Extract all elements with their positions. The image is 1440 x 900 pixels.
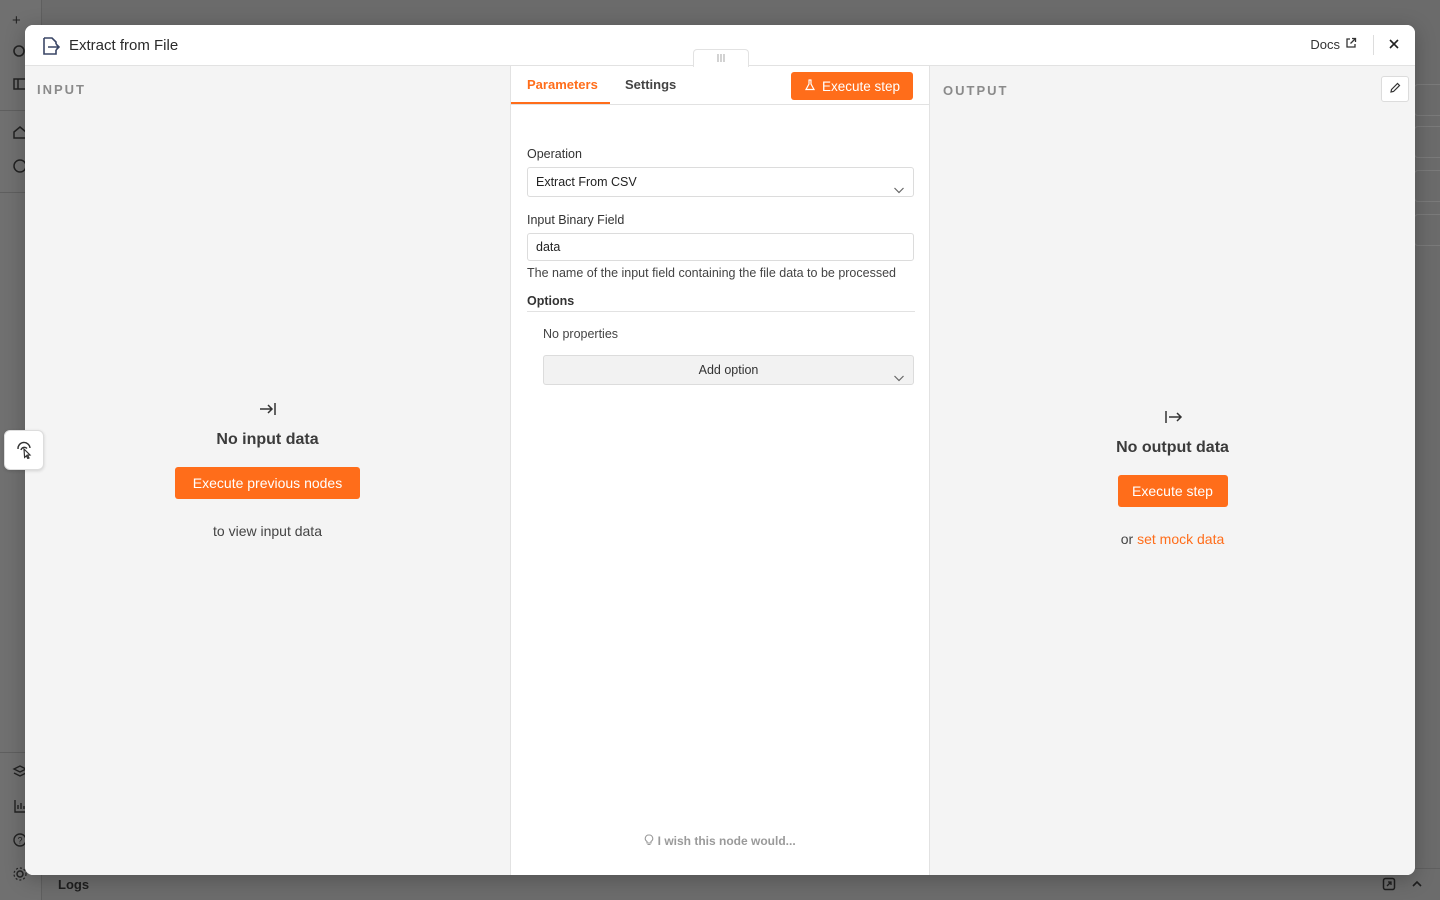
options-label: Options xyxy=(527,294,575,308)
chevron-down-icon xyxy=(893,177,905,205)
edit-output-button[interactable] xyxy=(1381,76,1409,102)
header-divider xyxy=(1373,35,1374,55)
cursor-click-icon xyxy=(14,439,34,462)
arrow-right-from-line-icon xyxy=(930,407,1415,427)
operation-value: Extract From CSV xyxy=(536,175,637,189)
output-panel-label: OUTPUT xyxy=(943,83,1009,98)
background-panel-ghost xyxy=(1414,170,1440,202)
input-panel: INPUT No input data Execute previous nod… xyxy=(25,66,510,875)
docs-label: Docs xyxy=(1310,37,1340,52)
no-output-title: No output data xyxy=(1116,439,1229,456)
popout-icon[interactable] xyxy=(1382,877,1396,891)
tab-settings[interactable]: Settings xyxy=(625,77,676,92)
execute-previous-nodes-button[interactable]: Execute previous nodes xyxy=(175,467,360,499)
chevron-down-icon xyxy=(893,365,905,393)
pencil-icon xyxy=(1389,82,1401,97)
background-panel-ghost xyxy=(1414,84,1440,116)
set-mock-data-link[interactable]: set mock data xyxy=(1137,531,1224,547)
node-title[interactable]: Extract from File xyxy=(69,37,178,54)
operation-select[interactable]: Extract From CSV xyxy=(527,167,914,197)
background-panel-ghost xyxy=(1414,214,1440,246)
svg-text:?: ? xyxy=(18,836,23,846)
execute-step-output-button[interactable]: Execute step xyxy=(1117,475,1228,507)
background-panel-ghost xyxy=(1414,126,1440,158)
tab-parameters[interactable]: Parameters xyxy=(527,77,598,92)
output-subtitle: or set mock data xyxy=(930,531,1415,547)
output-panel: OUTPUT No output data Execute step or se… xyxy=(930,66,1415,875)
docs-link[interactable]: Docs xyxy=(1310,37,1357,52)
binary-field-input[interactable]: data xyxy=(527,233,914,261)
output-empty-state: No output data Execute step or set mock … xyxy=(930,407,1415,547)
execute-step-label: Execute step xyxy=(821,78,901,94)
no-input-title: No input data xyxy=(216,431,319,448)
binary-field-value: data xyxy=(536,240,561,254)
input-panel-label: INPUT xyxy=(37,82,86,97)
file-export-icon xyxy=(40,36,61,56)
ask-assistant-button[interactable] xyxy=(4,430,44,470)
no-properties-text: No properties xyxy=(543,327,619,341)
operation-label: Operation xyxy=(527,147,582,161)
add-option-button[interactable]: Add option xyxy=(543,355,914,385)
arrow-right-to-line-icon xyxy=(25,399,510,419)
external-link-icon xyxy=(1345,37,1357,52)
parameters-panel: Parameters Settings Execute step Operati… xyxy=(510,66,930,875)
grip-icon xyxy=(716,51,726,66)
node-details-modal: Extract from File Docs INPUT No input da… xyxy=(25,25,1415,875)
panel-drag-handle[interactable] xyxy=(693,49,749,67)
binary-field-hint: The name of the input field containing t… xyxy=(527,266,896,280)
feedback-text: I wish this node would... xyxy=(657,834,796,848)
feedback-link[interactable]: I wish this node would... xyxy=(511,834,929,848)
add-option-label: Add option xyxy=(698,363,759,377)
active-tab-indicator xyxy=(511,102,610,104)
options-divider xyxy=(527,311,915,312)
close-button[interactable] xyxy=(1385,36,1403,54)
flask-icon xyxy=(804,78,816,94)
execute-step-button[interactable]: Execute step xyxy=(791,72,913,100)
input-empty-state: No input data Execute previous nodes to … xyxy=(25,399,510,539)
input-subtitle: to view input data xyxy=(213,523,322,539)
close-icon xyxy=(1388,38,1400,53)
or-text: or xyxy=(1120,531,1134,547)
chevron-up-icon[interactable] xyxy=(1410,877,1424,891)
binary-field-label: Input Binary Field xyxy=(527,213,625,227)
lightbulb-icon xyxy=(644,834,657,848)
parameter-tabs: Parameters Settings Execute step xyxy=(511,66,929,105)
logs-label: Logs xyxy=(58,877,90,892)
